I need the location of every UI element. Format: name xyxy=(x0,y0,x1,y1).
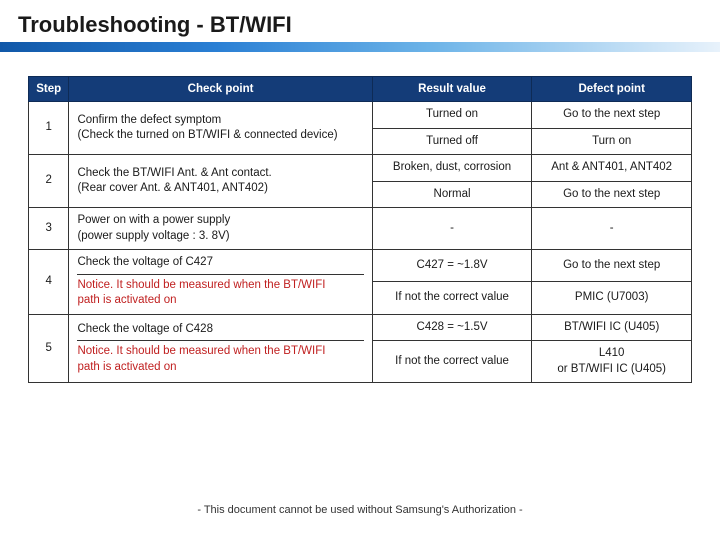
result-value: Turned off xyxy=(372,128,532,155)
defect-point: L410 or BT/WIFI IC (U405) xyxy=(532,341,692,383)
result-value: If not the correct value xyxy=(372,341,532,383)
table-row: 4 Check the voltage of C427 Notice. It s… xyxy=(29,250,692,282)
result-value: - xyxy=(372,208,532,250)
defect-point: Turn on xyxy=(532,128,692,155)
check-text: (Rear cover Ant. & ANT401, ANT402) xyxy=(77,182,267,194)
troubleshooting-table: Step Check point Result value Defect poi… xyxy=(28,76,692,383)
defect-point: Go to the next step xyxy=(532,181,692,208)
defect-point: BT/WIFI IC (U405) xyxy=(532,314,692,341)
col-check: Check point xyxy=(69,77,372,102)
page-title: Troubleshooting - BT/WIFI xyxy=(18,12,702,38)
result-value: If not the correct value xyxy=(372,282,532,314)
step-num: 1 xyxy=(29,102,69,155)
defect-point: PMIC (U7003) xyxy=(532,282,692,314)
defect-point: Ant & ANT401, ANT402 xyxy=(532,155,692,182)
check-text: Power on with a power supply xyxy=(77,214,230,226)
col-step: Step xyxy=(29,77,69,102)
notice-text: Notice. It should be measured when the B… xyxy=(77,279,325,291)
check-text: Check the BT/WIFI Ant. & Ant contact. xyxy=(77,167,271,179)
result-value: Broken, dust, corrosion xyxy=(372,155,532,182)
defect-point: Go to the next step xyxy=(532,102,692,129)
check-point: Power on with a power supply (power supp… xyxy=(69,208,372,250)
step-num: 2 xyxy=(29,155,69,208)
title-underline xyxy=(0,42,720,52)
result-value: C428 = ~1.5V xyxy=(372,314,532,341)
defect-point: - xyxy=(532,208,692,250)
table-container: Step Check point Result value Defect poi… xyxy=(0,58,720,383)
col-defect: Defect point xyxy=(532,77,692,102)
check-text: (power supply voltage : 3. 8V) xyxy=(77,230,229,242)
check-point: Check the BT/WIFI Ant. & Ant contact. (R… xyxy=(69,155,372,208)
result-value: C427 = ~1.8V xyxy=(372,250,532,282)
result-value: Normal xyxy=(372,181,532,208)
table-row: 3 Power on with a power supply (power su… xyxy=(29,208,692,250)
header: Troubleshooting - BT/WIFI xyxy=(0,0,720,58)
col-result: Result value xyxy=(372,77,532,102)
defect-point: Go to the next step xyxy=(532,250,692,282)
notice-text: path is activated on xyxy=(77,294,176,306)
check-text: Check the voltage of C428 xyxy=(77,323,213,335)
notice-text: path is activated on xyxy=(77,361,176,373)
table-row: 2 Check the BT/WIFI Ant. & Ant contact. … xyxy=(29,155,692,182)
notice-text: Notice. It should be measured when the B… xyxy=(77,345,325,357)
footer-text: - This document cannot be used without S… xyxy=(0,504,720,516)
table-row: 1 Confirm the defect symptom (Check the … xyxy=(29,102,692,129)
check-text: Confirm the defect symptom xyxy=(77,114,221,126)
table-header-row: Step Check point Result value Defect poi… xyxy=(29,77,692,102)
step-num: 4 xyxy=(29,250,69,315)
check-text: (Check the turned on BT/WIFI & connected… xyxy=(77,129,337,141)
inner-divider xyxy=(77,340,363,341)
check-point: Check the voltage of C427 Notice. It sho… xyxy=(69,250,372,315)
check-point: Confirm the defect symptom (Check the tu… xyxy=(69,102,372,155)
table-row: 5 Check the voltage of C428 Notice. It s… xyxy=(29,314,692,341)
inner-divider xyxy=(77,274,363,275)
step-num: 5 xyxy=(29,314,69,383)
result-value: Turned on xyxy=(372,102,532,129)
check-text: Check the voltage of C427 xyxy=(77,256,213,268)
check-point: Check the voltage of C428 Notice. It sho… xyxy=(69,314,372,383)
step-num: 3 xyxy=(29,208,69,250)
